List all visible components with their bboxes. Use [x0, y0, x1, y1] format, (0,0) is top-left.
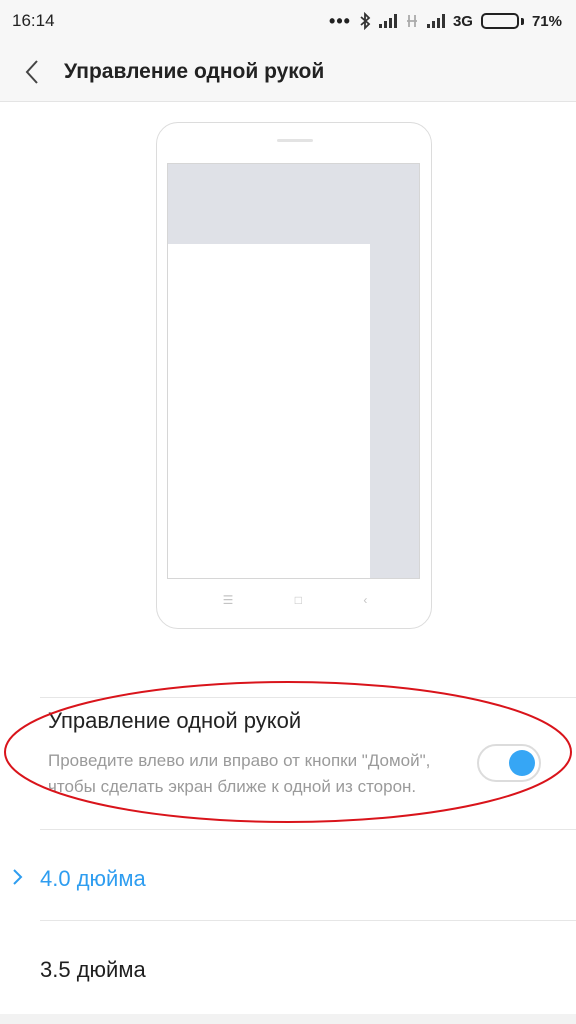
- option-4-0-inch[interactable]: 4.0 дюйма: [40, 866, 146, 892]
- setting-description: Проведите влево или вправо от кнопки "До…: [48, 751, 431, 796]
- chevron-left-icon: [25, 59, 38, 84]
- back-key-icon: ‹: [363, 593, 368, 607]
- more-dots-icon: •••: [329, 11, 351, 31]
- status-time: 16:14: [12, 11, 55, 30]
- divider: [40, 697, 576, 698]
- status-icons: ••• 3G 71%: [329, 12, 562, 30]
- shrunk-screen-area: [168, 244, 370, 578]
- status-bar: 16:14 ••• 3G 71%: [0, 0, 576, 42]
- back-button[interactable]: [0, 42, 64, 102]
- signal-icon: [426, 14, 445, 28]
- toggle-knob: [509, 750, 535, 776]
- selected-chevron-icon: [13, 869, 23, 885]
- phone-nav-keys: ☰ □ ‹: [157, 593, 433, 607]
- battery-percent: 71%: [531, 12, 562, 30]
- divider: [40, 829, 576, 830]
- network-type-label: 3G: [452, 12, 473, 30]
- bottom-strip: [0, 1014, 576, 1024]
- page-header: Управление одной рукой: [0, 42, 576, 102]
- page-title: Управление одной рукой: [64, 59, 325, 83]
- menu-key-icon: ☰: [222, 593, 234, 607]
- setting-title: Управление одной рукой: [48, 708, 302, 733]
- option-3-5-inch[interactable]: 3.5 дюйма: [40, 957, 146, 983]
- no-signal-icon: [406, 15, 417, 27]
- bluetooth-icon: [360, 12, 371, 30]
- battery-icon: [480, 13, 524, 29]
- phone-screen: [167, 163, 420, 579]
- signal-icon: [378, 14, 397, 28]
- one-hand-mode-toggle[interactable]: [477, 744, 541, 782]
- home-key-icon: □: [294, 593, 302, 607]
- one-hand-mode-illustration: ☰ □ ‹: [156, 122, 432, 629]
- phone-speaker: [277, 139, 313, 142]
- divider: [40, 920, 576, 921]
